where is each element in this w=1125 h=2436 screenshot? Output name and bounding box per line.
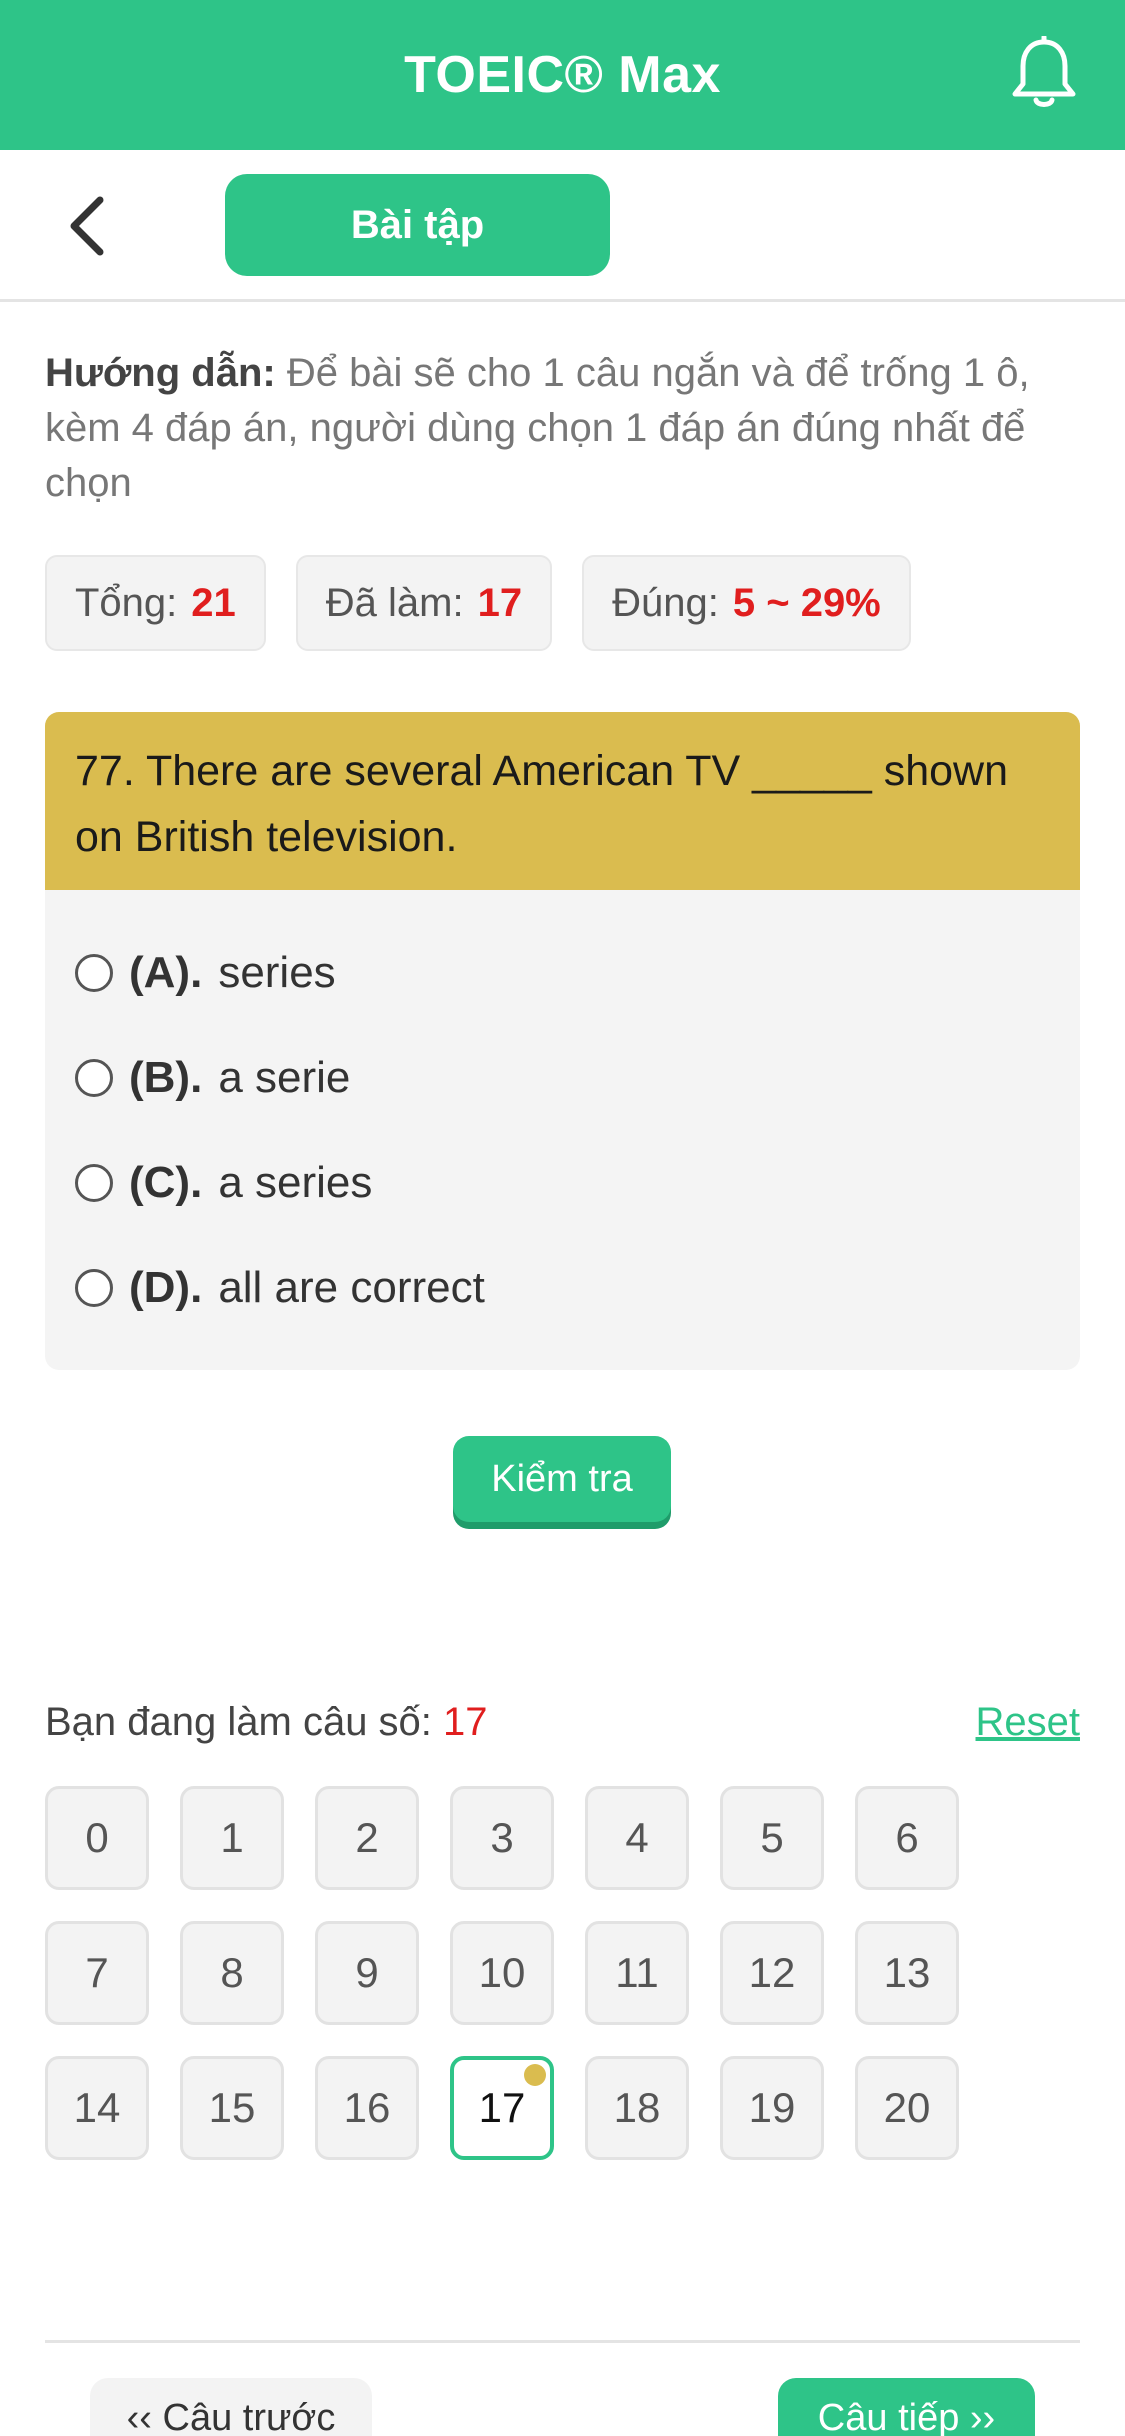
app-title: TOEIC® Max [404,46,721,104]
question-number-label: 4 [625,1814,649,1861]
option-key: (B). [129,1052,203,1102]
question-text: 77. There are several American TV _____ … [45,712,1080,890]
stat-correct-value: 5 ~ 29% [732,580,881,625]
question-number-label: 6 [895,1814,919,1861]
question-number-button[interactable]: 16 [315,2056,419,2160]
question-number-label: 19 [748,2084,796,2131]
question-number-button[interactable]: 17 [450,2056,554,2160]
current-number: 17 [443,1700,488,1744]
stat-total: Tổng: 21 [45,555,266,651]
question-number-label: 9 [355,1949,379,1996]
question-number-button[interactable]: 5 [720,1786,824,1890]
question-number-label: 1 [220,1814,244,1861]
question-number-button[interactable]: 2 [315,1786,419,1890]
question-number-button[interactable]: 0 [45,1786,149,1890]
top-app-bar: TOEIC® Max [0,0,1125,150]
current-marker-dot [524,2064,546,2086]
previous-question-button[interactable]: ‹‹ Câu trước [90,2378,372,2436]
question-number-button[interactable]: 10 [450,1921,554,2025]
question-number-label: 15 [208,2084,256,2131]
question-number-label: 13 [883,1949,931,1996]
option-text: a series [218,1157,373,1207]
question-number-button[interactable]: 18 [585,2056,689,2160]
option-key: (C). [129,1157,203,1207]
instructions-label: Hướng dẫn: [45,351,276,395]
stat-correct: Đúng: 5 ~ 29% [582,555,911,651]
option-d[interactable]: (D). all are correct [75,1235,1050,1340]
current-label: Bạn đang làm câu số: [45,1700,432,1744]
question-number-button[interactable]: 7 [45,1921,149,2025]
radio-button[interactable] [75,1268,113,1307]
radio-button[interactable] [75,953,113,992]
question-number-label: 10 [478,1949,526,1996]
stat-done-label: Đã làm: [325,580,464,625]
question-number-button[interactable]: 20 [855,2056,959,2160]
tab-exercises[interactable]: Bài tập [225,174,610,276]
question-number-button[interactable]: 3 [450,1786,554,1890]
chevron-left-icon[interactable] [60,194,120,258]
question-number-label: 14 [73,2084,121,2131]
stats-row: Tổng: 21 Đã làm: 17 Đúng: 5 ~ 29% [45,555,911,651]
stat-total-value: 21 [191,580,236,625]
question-number-label: 20 [883,2084,931,2131]
option-key: (D). [129,1262,203,1312]
next-question-button[interactable]: Câu tiếp ›› [778,2378,1035,2436]
question-number-button[interactable]: 15 [180,2056,284,2160]
question-number-button[interactable]: 8 [180,1921,284,2025]
question-number-label: 7 [85,1949,109,1996]
question-number-button[interactable]: 14 [45,2056,149,2160]
question-number-label: 18 [613,2084,661,2131]
option-c[interactable]: (C). a series [75,1130,1050,1235]
question-number-label: 17 [478,2084,526,2131]
option-text: all are correct [218,1262,485,1312]
question-number-button[interactable]: 19 [720,2056,824,2160]
divider [45,2340,1080,2343]
question-number-label: 12 [748,1949,796,1996]
question-number-button[interactable]: 4 [585,1786,689,1890]
question-card: 77. There are several American TV _____ … [45,712,1080,1370]
question-number-label: 8 [220,1949,244,1996]
question-number-button[interactable]: 11 [585,1921,689,2025]
option-b[interactable]: (B). a serie [75,1025,1050,1130]
option-key: (A). [129,947,203,997]
sub-header: Bài tập [0,150,1125,302]
question-number-button[interactable]: 9 [315,1921,419,2025]
instructions: Hướng dẫn: Để bài sẽ cho 1 câu ngắn và đ… [45,346,1085,511]
question-number-label: 16 [343,2084,391,2131]
check-button[interactable]: Kiểm tra [453,1436,671,1522]
question-number-button[interactable]: 13 [855,1921,959,2025]
stat-total-label: Tổng: [75,580,178,625]
question-number-label: 11 [615,1949,659,1996]
question-number-label: 0 [85,1814,109,1861]
question-number-button[interactable]: 1 [180,1786,284,1890]
radio-button[interactable] [75,1163,113,1202]
reset-link[interactable]: Reset [976,1700,1081,1745]
question-number-label: 5 [760,1814,784,1861]
option-text: series [218,947,336,997]
question-number-button[interactable]: 12 [720,1921,824,2025]
current-question-indicator: Bạn đang làm câu số: 17 [45,1700,488,1745]
stat-done-value: 17 [477,580,523,625]
bell-icon[interactable] [1009,36,1079,112]
question-number-label: 3 [490,1814,514,1861]
stat-correct-label: Đúng: [612,580,719,625]
question-number-button[interactable]: 6 [855,1786,959,1890]
stat-done: Đã làm: 17 [295,555,553,651]
option-a[interactable]: (A). series [75,920,1050,1025]
answer-options: (A). series (B). a serie (C). a series (… [45,890,1080,1370]
question-number-label: 2 [355,1814,379,1861]
option-text: a serie [218,1052,351,1102]
radio-button[interactable] [75,1058,113,1097]
